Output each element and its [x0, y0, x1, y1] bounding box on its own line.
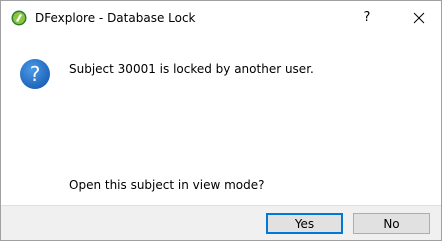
- question-icon: ?: [19, 58, 51, 90]
- help-button[interactable]: ?: [357, 9, 377, 27]
- close-button[interactable]: [407, 7, 431, 29]
- view-mode-question: Open this subject in view mode?: [69, 178, 265, 192]
- window-title: DFexplore - Database Lock: [35, 11, 196, 25]
- yes-button[interactable]: Yes: [266, 213, 343, 234]
- dialog-content: ? Subject 30001 is locked by another use…: [1, 36, 441, 205]
- title-bar[interactable]: DFexplore - Database Lock ?: [1, 1, 441, 36]
- lock-message: Subject 30001 is locked by another user.: [69, 62, 314, 76]
- no-button[interactable]: No: [353, 213, 430, 234]
- svg-text:?: ?: [30, 62, 41, 86]
- dfexplore-app-icon: [11, 10, 27, 26]
- close-icon: [413, 12, 425, 24]
- button-bar: Yes No: [1, 206, 441, 240]
- dialog-window: DFexplore - Database Lock ? ? Subject 30…: [0, 0, 442, 241]
